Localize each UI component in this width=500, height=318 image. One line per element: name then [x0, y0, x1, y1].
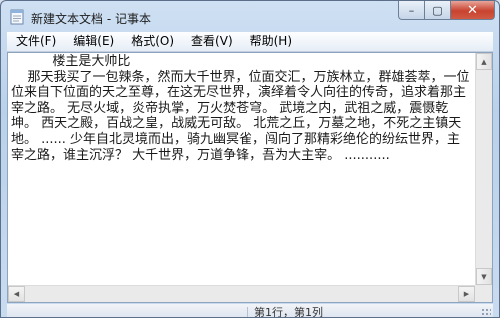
status-bar: 第1行，第1列	[7, 304, 493, 317]
menu-view[interactable]: 查看(V)	[182, 32, 241, 51]
text-editor[interactable]: 楼主是大帅比 那天我买了一包辣条，然而大千世界，位面交汇，万族林立，群雄荟萃，一…	[11, 54, 473, 286]
menu-format[interactable]: 格式(O)	[122, 32, 182, 51]
notepad-window: 新建文本文档 - 记事本 – ▢ ✕ 文件(F) 编辑(E) 格式(O) 查看(…	[0, 0, 500, 318]
menu-file[interactable]: 文件(F)	[7, 32, 64, 51]
menu-edit[interactable]: 编辑(E)	[64, 32, 122, 51]
caption-buttons: – ▢ ✕	[398, 1, 495, 21]
close-icon: ✕	[467, 2, 478, 18]
window-title: 新建文本文档 - 记事本	[31, 12, 151, 26]
scroll-up-arrow-icon[interactable]: ▲	[476, 53, 492, 70]
minimize-icon: –	[408, 3, 415, 17]
cursor-position: 第1行，第1列	[247, 307, 323, 317]
close-button[interactable]: ✕	[451, 1, 495, 20]
editor-frame: 楼主是大帅比 那天我买了一包辣条，然而大千世界，位面交汇，万族林立，群雄荟萃，一…	[7, 52, 493, 303]
scroll-corner	[475, 285, 492, 302]
maximize-icon: ▢	[432, 3, 443, 17]
title-bar[interactable]: 新建文本文档 - 记事本 – ▢ ✕	[1, 1, 499, 32]
notepad-icon	[10, 9, 24, 25]
menu-bar: 文件(F) 编辑(E) 格式(O) 查看(V) 帮助(H)	[7, 32, 493, 52]
scroll-down-arrow-icon[interactable]: ▼	[476, 268, 492, 285]
maximize-button[interactable]: ▢	[425, 1, 451, 20]
horizontal-scrollbar[interactable]: ◀ ▶	[8, 285, 475, 302]
resize-grip-icon[interactable]	[481, 308, 491, 317]
menu-help[interactable]: 帮助(H)	[241, 32, 300, 51]
scroll-left-arrow-icon[interactable]: ◀	[8, 286, 25, 302]
vertical-scrollbar[interactable]: ▲ ▼	[475, 53, 492, 285]
scroll-right-arrow-icon[interactable]: ▶	[458, 286, 475, 302]
minimize-button[interactable]: –	[398, 1, 425, 20]
